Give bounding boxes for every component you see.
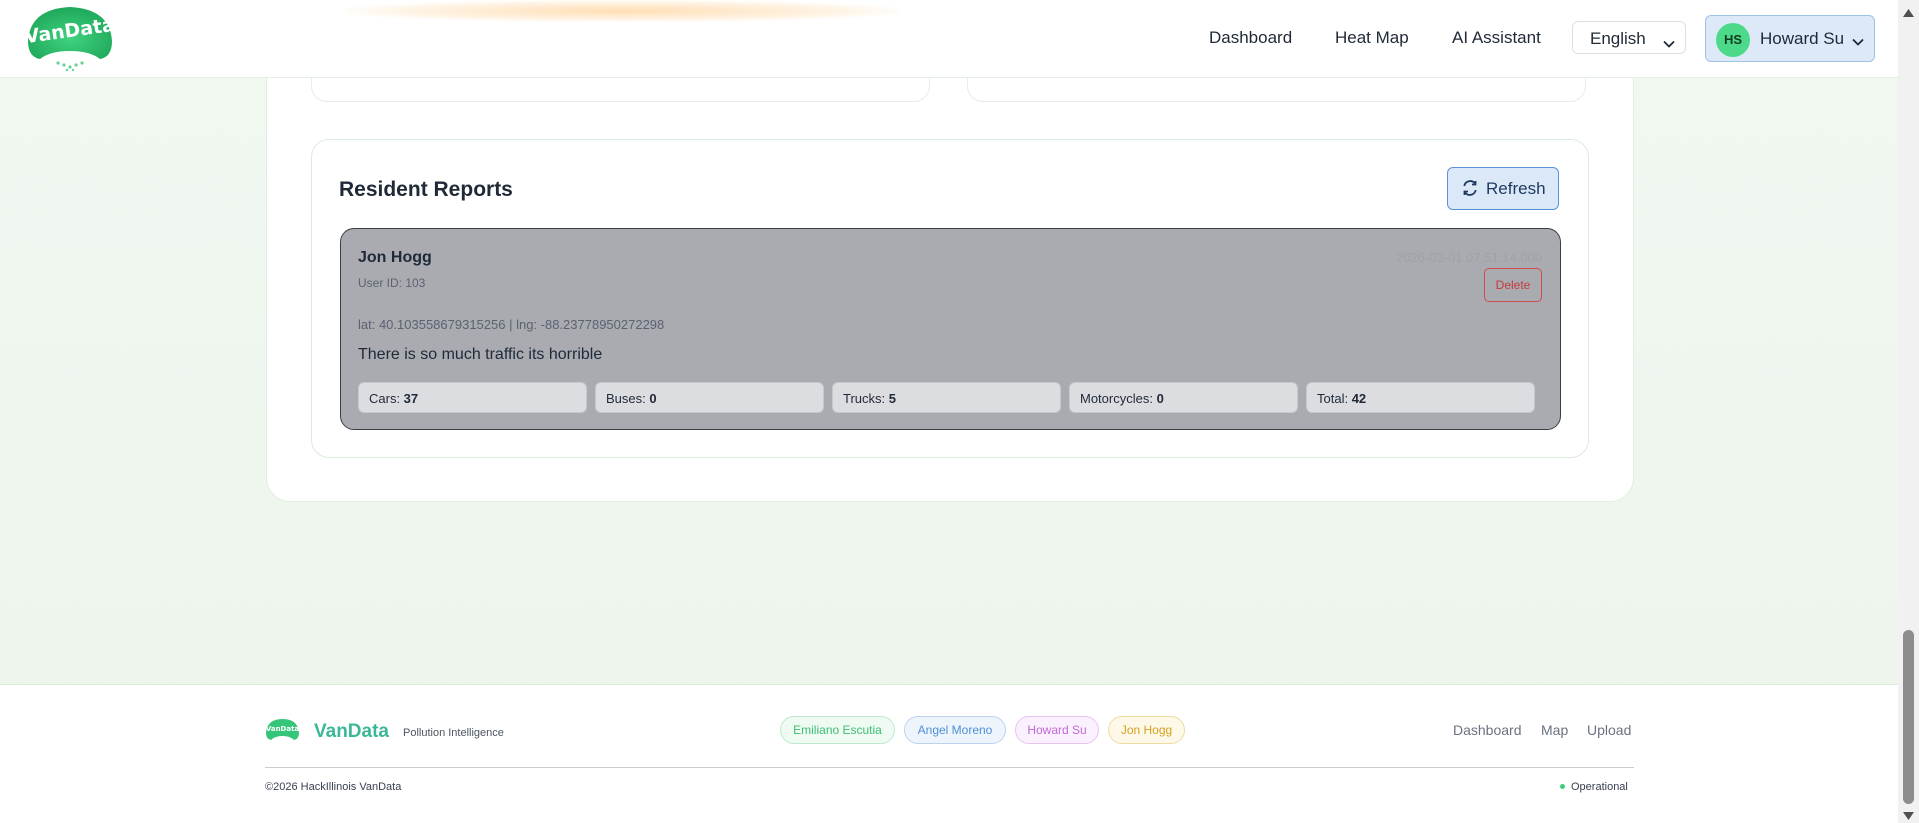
count-value: 0 xyxy=(649,391,657,406)
system-status: Operational xyxy=(1560,781,1628,793)
count-value: 0 xyxy=(1156,391,1164,406)
top-header: VanData Dashboard Heat Map AI Assistant … xyxy=(0,0,1898,78)
nav-heat-map[interactable]: Heat Map xyxy=(1335,28,1409,48)
footer-divider xyxy=(265,767,1634,768)
count-label: Cars: xyxy=(369,391,404,406)
svg-text:VanData: VanData xyxy=(266,725,300,733)
count-value: 42 xyxy=(1351,391,1367,406)
nav-dashboard[interactable]: Dashboard xyxy=(1209,28,1292,48)
vehicle-counts: Cars: 37 Buses: 0 Trucks: 5 Motorcycles:… xyxy=(358,382,1545,413)
footer-tagline: Pollution Intelligence xyxy=(403,727,504,739)
count-value: 5 xyxy=(888,391,896,406)
report-coordinates: lat: 40.103558679315256 | lng: -88.23778… xyxy=(358,317,665,332)
count-total: Total: 42 xyxy=(1306,382,1535,413)
refresh-icon xyxy=(1462,180,1478,201)
footer-copyright: ©2026 HackIllinois VanData xyxy=(265,781,402,793)
report-timestamp: 2026-03-01 07:51:14.000 xyxy=(1395,250,1542,265)
count-label: Total: xyxy=(1317,391,1352,406)
scroll-thumb[interactable] xyxy=(1903,630,1914,804)
report-user-id: User ID: 103 xyxy=(358,276,426,290)
scroll-up-arrow-icon[interactable] xyxy=(1903,4,1914,22)
nav-ai-assistant[interactable]: AI Assistant xyxy=(1452,28,1541,48)
team-member-pill: Emiliano Escutia xyxy=(780,716,895,744)
footer-logo: VanData xyxy=(265,717,300,744)
chevron-down-icon xyxy=(1663,33,1675,53)
report-item: Jon Hogg User ID: 103 2026-03-01 07:51:1… xyxy=(340,228,1561,430)
report-message: There is so much traffic its horrible xyxy=(358,346,603,363)
refresh-button[interactable]: Refresh xyxy=(1447,167,1559,210)
scroll-down-arrow-icon[interactable] xyxy=(1903,807,1914,823)
count-label: Motorcycles: xyxy=(1080,391,1157,406)
user-name: Howard Su xyxy=(1760,29,1845,48)
footer-link-dashboard[interactable]: Dashboard xyxy=(1453,722,1522,738)
team-member-pill: Angel Moreno xyxy=(904,716,1006,744)
team-member-pill: Jon Hogg xyxy=(1108,716,1185,744)
language-select[interactable]: English xyxy=(1572,21,1686,54)
count-trucks: Trucks: 5 xyxy=(832,382,1061,413)
delete-button[interactable]: Delete xyxy=(1484,268,1542,302)
user-menu-button[interactable]: HS Howard Su xyxy=(1705,15,1875,62)
footer-link-upload[interactable]: Upload xyxy=(1587,722,1631,738)
team-member-pill: Howard Su xyxy=(1015,716,1099,744)
decorative-glow xyxy=(345,0,900,22)
count-label: Trucks: xyxy=(843,391,889,406)
status-dot-icon xyxy=(1560,784,1565,789)
refresh-label: Refresh xyxy=(1486,179,1546,198)
resident-reports-title: Resident Reports xyxy=(339,178,513,201)
language-value: English xyxy=(1590,29,1646,48)
count-buses: Buses: 0 xyxy=(595,382,824,413)
count-motorcycles: Motorcycles: 0 xyxy=(1069,382,1298,413)
resident-reports-card: Resident Reports Refresh Jon Hogg User I… xyxy=(311,139,1589,458)
count-label: Buses: xyxy=(606,391,650,406)
page-scrollbar[interactable] xyxy=(1898,0,1919,823)
chevron-down-icon xyxy=(1852,33,1864,51)
page-footer: VanData VanData Pollution Intelligence E… xyxy=(0,684,1898,823)
status-label: Operational xyxy=(1571,781,1628,793)
footer-brand: VanData xyxy=(314,721,389,742)
count-value: 37 xyxy=(403,391,419,406)
footer-link-map[interactable]: Map xyxy=(1541,722,1568,738)
report-author-name: Jon Hogg xyxy=(358,249,432,266)
count-cars: Cars: 37 xyxy=(358,382,587,413)
avatar: HS xyxy=(1716,23,1750,57)
